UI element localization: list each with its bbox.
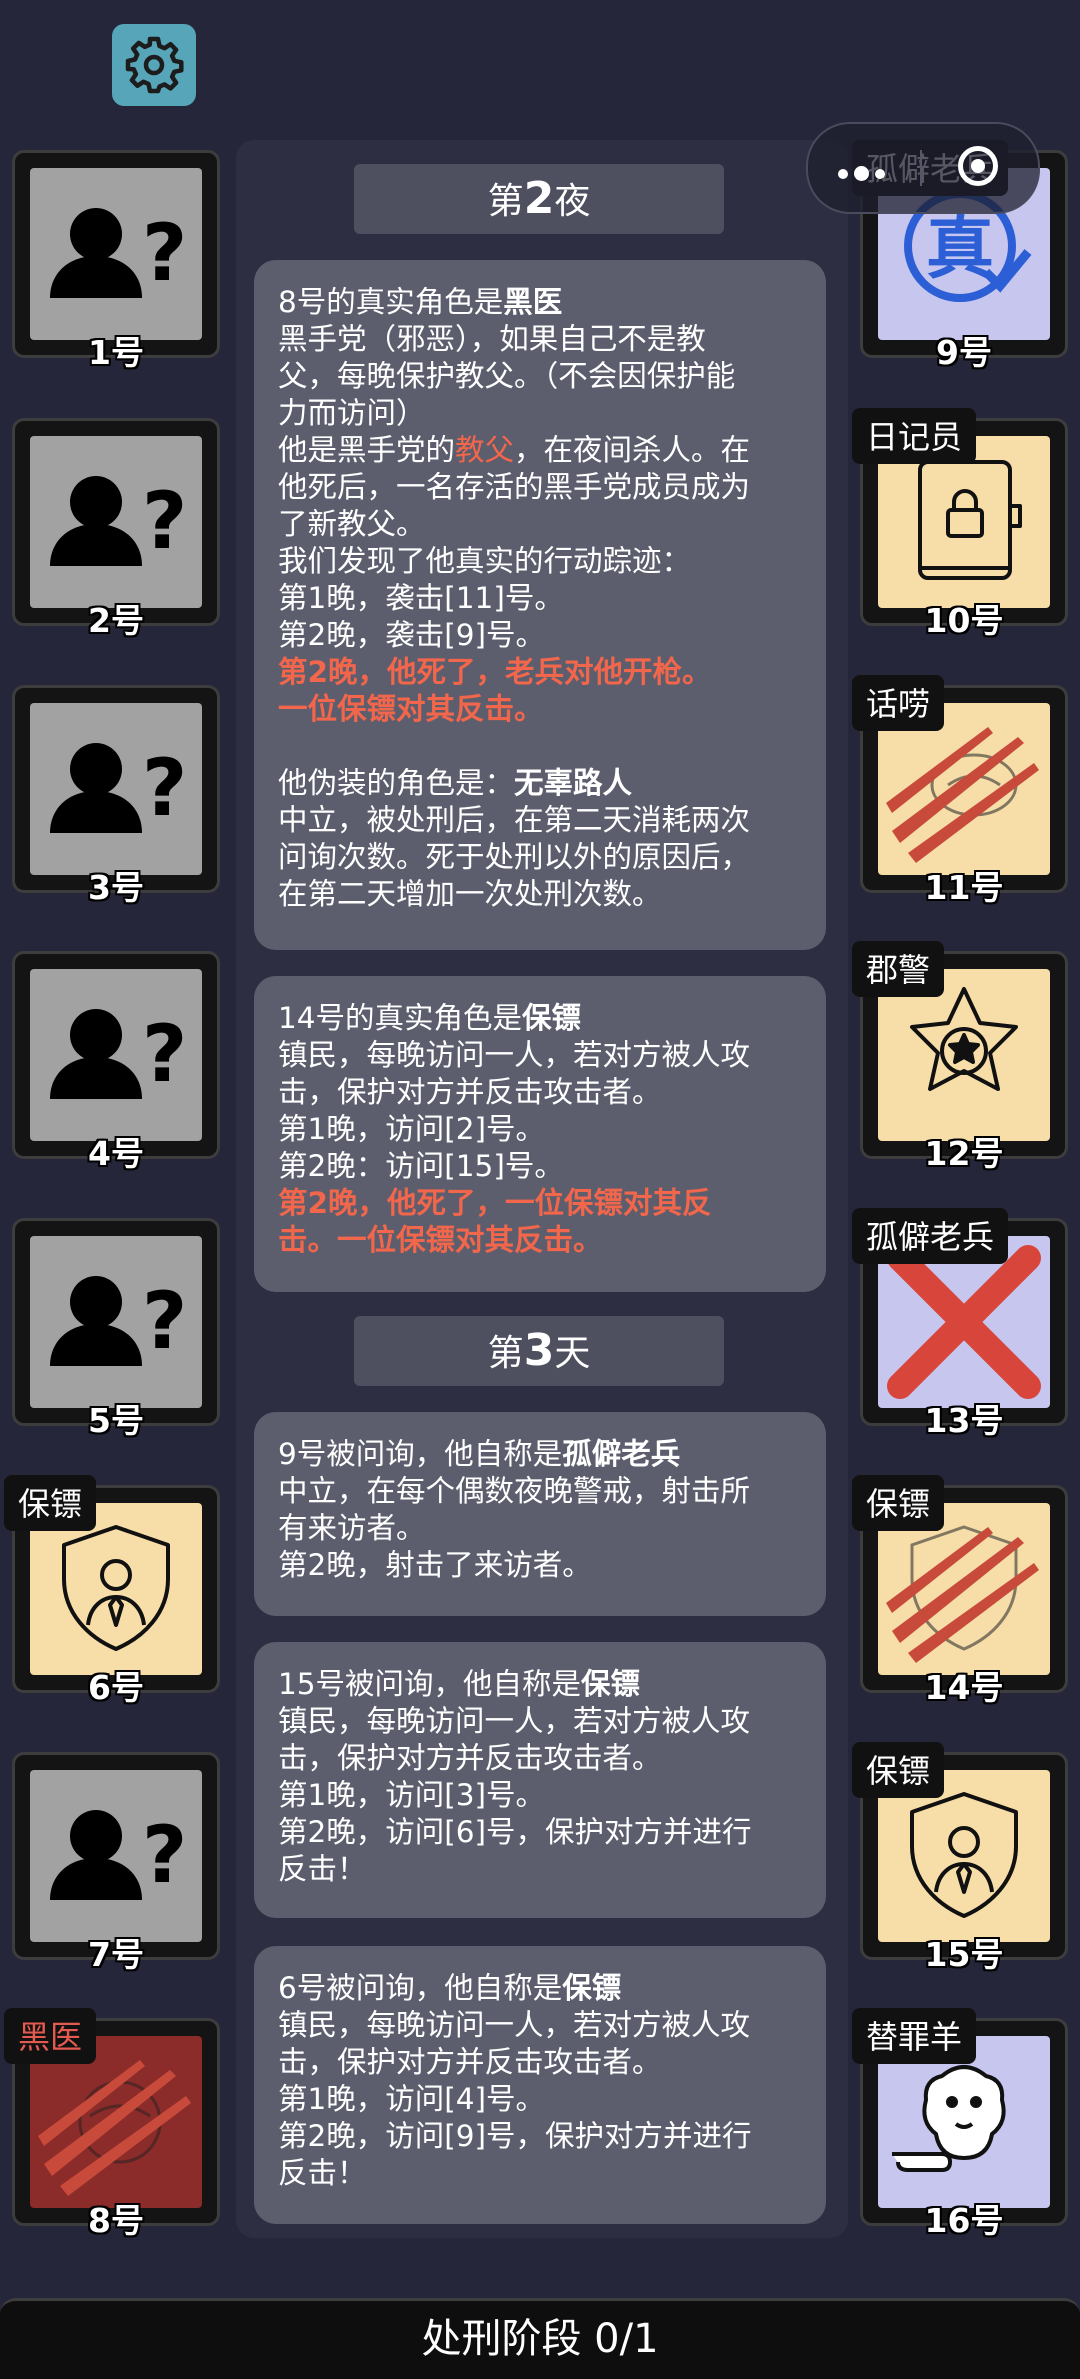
unknown-user-icon: ? <box>50 476 187 567</box>
role-tag: 替罪羊 <box>852 2008 977 2064</box>
player-card-4[interactable]: ? 4号 <box>12 951 220 1173</box>
more-dots-icon[interactable] <box>838 164 891 183</box>
player-card-3[interactable]: ? 3号 <box>12 685 220 907</box>
role-tag: 黑医 <box>4 2008 97 2064</box>
player-number: 8号 <box>88 2201 144 2240</box>
svg-text:?: ? <box>142 1811 187 1901</box>
role-tag: 日记员 <box>852 408 977 464</box>
svg-text:?: ? <box>142 477 187 567</box>
player-card-7[interactable]: ? 7号 <box>12 1752 220 1974</box>
svg-text:真: 真 <box>926 210 994 289</box>
target-icon[interactable] <box>958 146 998 186</box>
player-number: 2号 <box>88 601 144 640</box>
player-card-16[interactable]: 替罪羊 16号 <box>852 2008 1068 2240</box>
player-card-8[interactable]: 黑医 8号 <box>4 2008 220 2240</box>
player-number: 14号 <box>924 1668 1004 1707</box>
player-card-5[interactable]: ? 5号 <box>12 1218 220 1440</box>
player-number: 11号 <box>924 868 1004 907</box>
unknown-user-icon: ? <box>50 1810 187 1901</box>
player-number: 9号 <box>936 333 992 372</box>
role-tag: 郡警 <box>852 941 945 997</box>
player-number: 3号 <box>88 868 144 907</box>
player-card-12[interactable]: 郡警 12号 <box>852 941 1068 1173</box>
log-message-5: 6号被问询，他自称是保镖 镇民，每晚访问一人，若对方被人攻 击，保护对方并反击攻… <box>254 1946 826 2224</box>
svg-text:?: ? <box>142 744 187 834</box>
mini-program-capsule <box>806 122 1040 214</box>
execution-phase-label: 处刑阶段 0/1 <box>421 2316 659 2362</box>
svg-text:?: ? <box>142 1010 187 1100</box>
player-number: 12号 <box>924 1134 1004 1173</box>
unknown-user-icon: ? <box>50 1009 187 1100</box>
player-card-2[interactable]: ? 2号 <box>12 418 220 640</box>
unknown-user-icon: ? <box>50 743 187 834</box>
svg-text:?: ? <box>142 209 187 299</box>
player-number: 16号 <box>924 2201 1004 2240</box>
role-tag: 保镖 <box>852 1475 945 1531</box>
role-tag: 保镖 <box>4 1475 97 1531</box>
svg-text:?: ? <box>142 1277 187 1367</box>
night-header: 第2夜 <box>354 164 724 234</box>
player-card-13[interactable]: 孤僻老兵 13号 <box>852 1208 1068 1440</box>
player-number: 1号 <box>88 333 144 372</box>
role-tag: 孤僻老兵 <box>852 1208 1009 1264</box>
execution-phase-bar[interactable]: 处刑阶段 0/1 <box>0 2298 1080 2379</box>
log-message-3: 9号被问询，他自称是孤僻老兵 中立，在每个偶数夜晚警戒，射击所 有来访者。 第2… <box>254 1412 826 1616</box>
log-message-4: 15号被问询，他自称是保镖 镇民，每晚访问一人，若对方被人攻 击，保护对方并反击… <box>254 1642 826 1918</box>
player-card-11[interactable]: 话唠 11号 <box>852 675 1068 907</box>
player-card-10[interactable]: 日记员 10号 <box>852 408 1068 640</box>
player-card-1[interactable]: ? 1号 <box>12 150 220 372</box>
day-header: 第3天 <box>354 1316 724 1386</box>
player-number: 7号 <box>88 1935 144 1974</box>
gear-icon <box>125 36 184 94</box>
player-number: 10号 <box>924 601 1004 640</box>
player-number: 6号 <box>88 1668 144 1707</box>
player-card-14[interactable]: 保镖 14号 <box>852 1475 1068 1707</box>
unknown-user-icon: ? <box>50 1276 187 1367</box>
player-number: 15号 <box>924 1935 1004 1974</box>
player-number: 5号 <box>88 1401 144 1440</box>
settings-button[interactable] <box>112 24 196 106</box>
player-number: 4号 <box>88 1134 144 1173</box>
role-tag: 保镖 <box>852 1742 945 1798</box>
log-message-2: 14号的真实角色是保镖 镇民，每晚访问一人，若对方被人攻 击，保护对方并反击攻击… <box>254 976 826 1292</box>
player-card-15[interactable]: 保镖 15号 <box>852 1742 1068 1974</box>
role-tag: 话唠 <box>852 675 945 731</box>
log-message-1: 8号的真实角色是黑医 黑手党（邪恶），如果自己不是教 父，每晚保护教父。（不会因… <box>254 260 826 950</box>
player-card-6[interactable]: 保镖 6号 <box>4 1475 220 1707</box>
unknown-user-icon: ? <box>50 208 187 299</box>
player-number: 13号 <box>924 1401 1004 1440</box>
capsule-divider <box>920 150 922 186</box>
